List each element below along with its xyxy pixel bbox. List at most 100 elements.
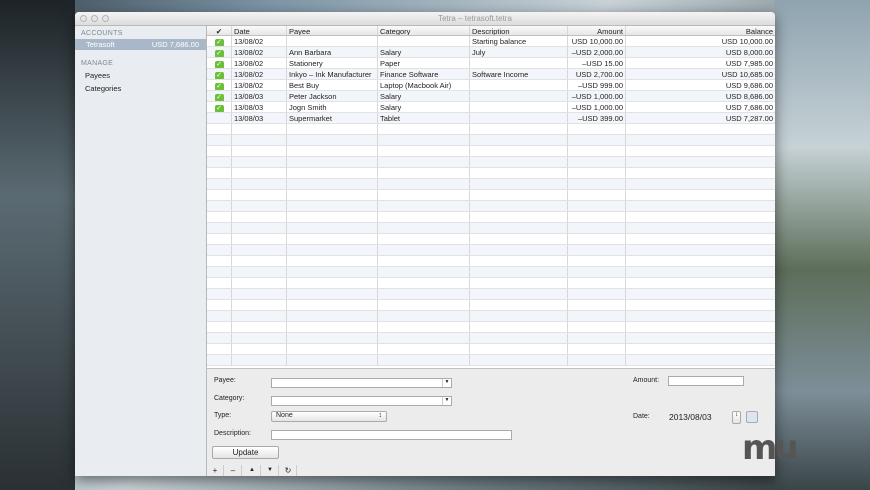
table-row[interactable]: ✓ 13/08/02 Starting balance USD 10,000.00 US… (207, 36, 775, 47)
check-cell[interactable] (207, 135, 232, 145)
checkbox-checked-icon[interactable]: ✓ (214, 50, 224, 57)
column-header[interactable]: Category (378, 26, 470, 35)
checkbox-checked-icon[interactable]: ✓ (214, 105, 224, 112)
check-cell[interactable] (207, 190, 232, 200)
check-cell[interactable] (207, 124, 232, 134)
check-cell[interactable]: ✓ (207, 47, 232, 57)
description-cell (470, 190, 568, 200)
remove-button[interactable]: – (225, 465, 242, 476)
empty-row[interactable] (207, 300, 775, 311)
check-cell[interactable] (207, 146, 232, 156)
empty-row[interactable] (207, 146, 775, 157)
table-row[interactable]: ✓ 13/08/02 Stationery Paper –USD 15.00 USD 7,… (207, 58, 775, 69)
empty-row[interactable] (207, 124, 775, 135)
column-header[interactable]: ✔ (207, 26, 232, 35)
update-button[interactable]: Update (212, 446, 279, 459)
category-cell (378, 135, 470, 145)
category-combobox[interactable]: ▼ (271, 396, 452, 406)
date-stepper[interactable]: ↕ (732, 411, 741, 424)
empty-row[interactable] (207, 179, 775, 190)
check-cell[interactable] (207, 157, 232, 167)
table-row[interactable]: ✓ 13/08/02 Best Buy Laptop (Macbook Air) –US… (207, 80, 775, 91)
sidebar-item-categories[interactable]: Categories (75, 82, 206, 95)
check-cell[interactable] (207, 234, 232, 244)
check-cell[interactable] (207, 245, 232, 255)
check-cell[interactable] (207, 267, 232, 277)
move-up-button[interactable]: ▲ (244, 465, 261, 476)
empty-row[interactable] (207, 212, 775, 223)
check-cell[interactable] (207, 344, 232, 354)
empty-row[interactable] (207, 223, 775, 234)
checkbox-checked-icon[interactable]: ✓ (214, 39, 224, 46)
chevron-down-icon[interactable]: ▼ (442, 379, 451, 387)
checkbox-checked-icon[interactable]: ✓ (214, 94, 224, 101)
check-cell[interactable] (207, 322, 232, 332)
empty-row[interactable] (207, 355, 775, 366)
check-cell[interactable] (207, 201, 232, 211)
sidebar-item-payees[interactable]: Payees (75, 69, 206, 82)
empty-row[interactable] (207, 311, 775, 322)
chevron-down-icon[interactable]: ▼ (442, 397, 451, 405)
date-input[interactable]: 2013/08/03 (669, 412, 712, 422)
calendar-icon[interactable] (746, 411, 758, 423)
check-cell[interactable] (207, 289, 232, 299)
type-select[interactable]: None ↕ (271, 411, 387, 422)
check-cell[interactable]: ✓ (207, 58, 232, 68)
check-cell[interactable]: ✓ (207, 80, 232, 90)
checkbox-checked-icon[interactable]: ✓ (214, 72, 224, 79)
check-cell[interactable] (207, 168, 232, 178)
empty-row[interactable] (207, 234, 775, 245)
payee-cell (287, 201, 378, 211)
date-cell (232, 234, 287, 244)
empty-row[interactable] (207, 289, 775, 300)
column-header[interactable]: Balance (626, 26, 775, 35)
check-cell[interactable] (207, 300, 232, 310)
check-cell[interactable] (207, 311, 232, 321)
check-cell[interactable]: ✓ (207, 36, 232, 46)
empty-row[interactable] (207, 190, 775, 201)
check-cell[interactable] (207, 278, 232, 288)
check-cell[interactable] (207, 333, 232, 343)
amount-cell (568, 289, 626, 299)
check-cell[interactable] (207, 256, 232, 266)
table-row[interactable]: ✓ 13/08/03 Jogn Smith Salary –USD 1,000.00 US… (207, 102, 775, 113)
table-row[interactable]: ✓ 13/08/03 Peter Jackson Salary –USD 1,000.0… (207, 91, 775, 102)
add-button[interactable]: + (207, 465, 224, 476)
check-cell[interactable] (207, 212, 232, 222)
check-cell[interactable] (207, 113, 232, 123)
empty-row[interactable] (207, 344, 775, 355)
empty-row[interactable] (207, 168, 775, 179)
empty-row[interactable] (207, 267, 775, 278)
table-row[interactable]: 13/08/03 Supermarket Tablet –USD 399.00 USD … (207, 113, 775, 124)
checkbox-checked-icon[interactable]: ✓ (214, 61, 224, 68)
balance-cell (626, 190, 775, 200)
column-header[interactable]: Amount (568, 26, 626, 35)
empty-row[interactable] (207, 135, 775, 146)
empty-row[interactable] (207, 157, 775, 168)
payee-combobox[interactable]: ▼ (271, 378, 452, 388)
table-row[interactable]: ✓ 13/08/02 Inkyo – Ink Manufacturer Finance… (207, 69, 775, 80)
check-cell[interactable] (207, 179, 232, 189)
empty-row[interactable] (207, 201, 775, 212)
amount-input[interactable] (668, 376, 744, 386)
table-row[interactable]: ✓ 13/08/02 Ann Barbara Salary July –USD 2,000… (207, 47, 775, 58)
check-cell[interactable]: ✓ (207, 102, 232, 112)
check-cell[interactable] (207, 355, 232, 365)
empty-row[interactable] (207, 256, 775, 267)
empty-row[interactable] (207, 245, 775, 256)
check-cell[interactable]: ✓ (207, 91, 232, 101)
column-header[interactable]: Date (232, 26, 287, 35)
empty-row[interactable] (207, 333, 775, 344)
checkbox-checked-icon[interactable]: ✓ (214, 83, 224, 90)
refresh-button[interactable]: ↻ (280, 465, 297, 476)
description-input[interactable] (271, 430, 512, 440)
sidebar-item-account[interactable]: Tetrasoft USD 7,686.00 (75, 39, 206, 50)
column-header[interactable]: Description (470, 26, 568, 35)
empty-row[interactable] (207, 278, 775, 289)
sidebar: ACCOUNTS Tetrasoft USD 7,686.00 MANAGE Pa… (75, 26, 207, 476)
check-cell[interactable]: ✓ (207, 69, 232, 79)
empty-row[interactable] (207, 322, 775, 333)
move-down-button[interactable]: ▼ (262, 465, 279, 476)
check-cell[interactable] (207, 223, 232, 233)
column-header[interactable]: Payee (287, 26, 378, 35)
